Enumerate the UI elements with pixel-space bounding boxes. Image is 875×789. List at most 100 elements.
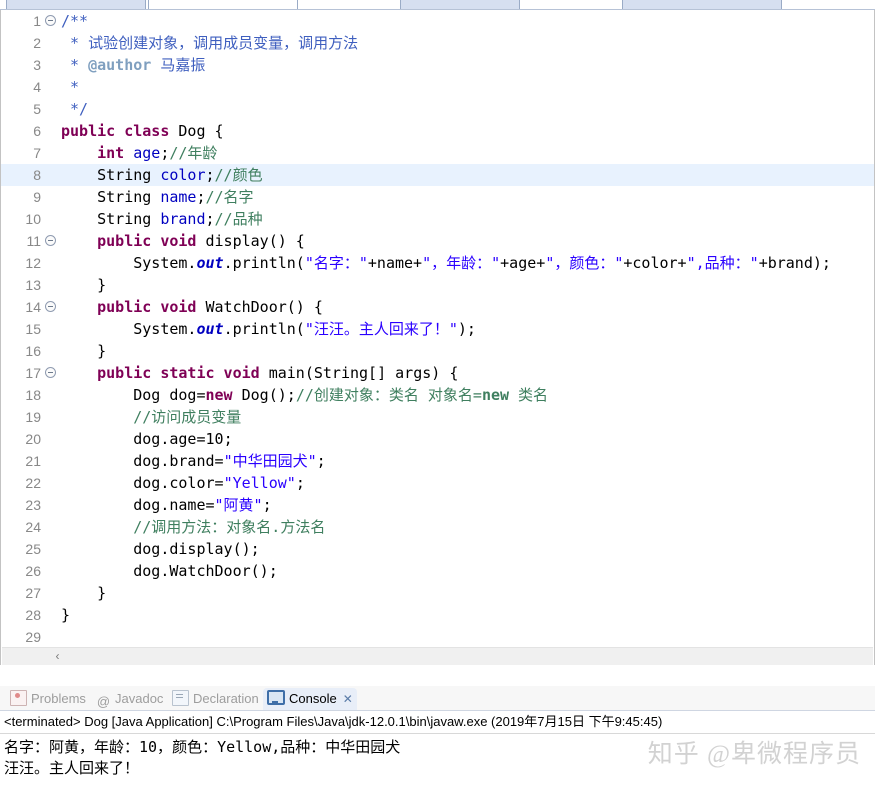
code-line-text: }: [61, 274, 106, 296]
code-line[interactable]: 10 String brand;//品种: [1, 208, 874, 230]
code-line[interactable]: 23 dog.name="阿黄";: [1, 494, 874, 516]
view-tab-label: Javadoc: [115, 691, 164, 706]
view-tab-label: Console: [289, 691, 337, 706]
view-tab-declaration[interactable]: Declaration: [168, 688, 263, 710]
code-token: * 试验创建对象，调用成员变量，调用方法: [61, 34, 359, 52]
code-token: }: [61, 584, 107, 602]
code-token: *: [61, 56, 89, 74]
code-line[interactable]: 19 //访问成员变量: [1, 406, 874, 428]
code-line[interactable]: 26 dog.WatchDoor();: [1, 560, 874, 582]
code-line-text: int age;//年龄: [61, 142, 217, 164]
code-token: System.: [61, 320, 197, 338]
code-token: .println(: [223, 254, 305, 272]
editor-horizontal-scrollbar[interactable]: ‹: [2, 647, 873, 665]
code-line[interactable]: 20 dog.age=10;: [1, 428, 874, 450]
line-number: 14: [25, 299, 41, 315]
code-token: +name+: [367, 254, 423, 272]
code-line-text: System.out.println("名字："+name+"，年龄："+age…: [61, 252, 831, 274]
line-number: 22: [25, 475, 41, 491]
code-line-text: Dog dog=new Dog();//创建对象：类名 对象名=new 类名: [61, 384, 548, 406]
view-tab-problems[interactable]: Problems: [6, 688, 90, 710]
close-icon[interactable]: ✕: [343, 688, 353, 710]
code-line[interactable]: 9 String name;//名字: [1, 186, 874, 208]
code-token: ;: [295, 474, 305, 492]
code-line[interactable]: 3 * @author 马嘉振: [1, 54, 874, 76]
code-line-container: 1/** 2 * 试验创建对象，调用成员变量，调用方法 3 * @author 马嘉…: [1, 10, 874, 648]
code-line-text: public void display() {: [61, 230, 305, 252]
bottom-view-panel: Problems @ Javadoc Declaration Console ✕ <ter…: [0, 686, 875, 789]
view-tab-bar[interactable]: Problems @ Javadoc Declaration Console ✕: [0, 686, 875, 711]
line-number: 9: [33, 189, 41, 205]
code-line[interactable]: 6 public class Dog {: [1, 120, 874, 142]
code-token: ;: [316, 452, 326, 470]
code-line[interactable]: 1 /**: [1, 10, 874, 32]
line-number: 23: [25, 497, 41, 513]
code-line[interactable]: 11 public void display() {: [1, 230, 874, 252]
code-token: ;: [205, 166, 215, 184]
code-token: public class: [61, 122, 179, 140]
code-line[interactable]: 29: [1, 626, 874, 648]
code-line-text: public static void main(String[] args) {: [61, 362, 458, 384]
code-token: /**: [61, 12, 89, 30]
code-token: .println(: [223, 320, 305, 338]
line-number: 27: [25, 585, 41, 601]
fold-collapse-icon[interactable]: [45, 235, 56, 246]
line-number: 4: [33, 79, 41, 95]
code-line-text: * 试验创建对象，调用成员变量，调用方法: [61, 32, 358, 54]
code-line[interactable]: 4 *: [1, 76, 874, 98]
view-tab-console[interactable]: Console ✕: [263, 688, 357, 710]
code-line-text: dog.name="阿黄";: [61, 494, 271, 516]
code-line[interactable]: 22 dog.color="Yellow";: [1, 472, 874, 494]
line-number: 5: [33, 101, 41, 117]
code-token: int: [97, 144, 125, 162]
code-token: @author: [88, 56, 152, 74]
code-line[interactable]: 13 }: [1, 274, 874, 296]
code-token: dog.age=: [61, 430, 206, 448]
line-number: 18: [25, 387, 41, 403]
code-line-text: dog.age=10;: [61, 428, 233, 450]
line-number: 16: [25, 343, 41, 359]
code-line-text: dog.color="Yellow";: [61, 472, 305, 494]
code-line[interactable]: 7 int age;//年龄: [1, 142, 874, 164]
code-token: //名字: [205, 188, 254, 206]
code-line-text: * @author 马嘉振: [61, 54, 205, 76]
code-line[interactable]: 12 System.out.println("名字："+name+"，年龄："+…: [1, 252, 874, 274]
code-token: //创建对象：类名 对象名=: [295, 386, 482, 404]
code-line[interactable]: 17 public static void main(String[] args…: [1, 362, 874, 384]
code-token: "，颜色：": [545, 254, 624, 272]
code-token: "Yellow": [223, 474, 296, 492]
code-line[interactable]: 21 dog.brand="中华田园犬";: [1, 450, 874, 472]
console-output[interactable]: 名字：阿黄，年龄：10，颜色：Yellow,品种：中华田园犬 汪汪。主人回来了！: [0, 734, 875, 779]
line-number: 28: [25, 607, 41, 623]
code-token: ;: [223, 430, 233, 448]
code-line-text: }: [61, 604, 70, 626]
code-token: dog.brand=: [61, 452, 224, 470]
line-number: 24: [25, 519, 41, 535]
code-line[interactable]: 14 public void WatchDoor() {: [1, 296, 874, 318]
view-tab-label: Problems: [31, 691, 86, 706]
code-line[interactable]: 2 * 试验创建对象，调用成员变量，调用方法: [1, 32, 874, 54]
code-token: *: [61, 78, 80, 96]
code-line[interactable]: 24 //调用方法：对象名.方法名: [1, 516, 874, 538]
code-line[interactable]: 18 Dog dog=new Dog();//创建对象：类名 对象名=new 类…: [1, 384, 874, 406]
code-line[interactable]: 5 */: [1, 98, 874, 120]
scroll-left-arrow[interactable]: ‹: [50, 649, 65, 664]
fold-collapse-icon[interactable]: [45, 15, 56, 26]
code-line[interactable]: 15 System.out.println("汪汪。主人回来了！");: [1, 318, 874, 340]
code-line-text: public class Dog {: [61, 120, 224, 142]
code-line-text: //调用方法：对象名.方法名: [61, 516, 325, 538]
code-editor[interactable]: 1/** 2 * 试验创建对象，调用成员变量，调用方法 3 * @author 马嘉…: [0, 10, 875, 665]
fold-collapse-icon[interactable]: [45, 367, 56, 378]
code-token: }: [61, 342, 107, 360]
code-line[interactable]: 27 }: [1, 582, 874, 604]
code-line[interactable]: 8 String color;//颜色: [1, 164, 874, 186]
line-number: 26: [25, 563, 41, 579]
code-line[interactable]: 25 dog.display();: [1, 538, 874, 560]
code-line[interactable]: 16 }: [1, 340, 874, 362]
view-tab-label: Declaration: [193, 691, 259, 706]
view-tab-javadoc[interactable]: @ Javadoc: [92, 688, 167, 710]
fold-collapse-icon[interactable]: [45, 301, 56, 312]
code-line[interactable]: 28}: [1, 604, 874, 626]
